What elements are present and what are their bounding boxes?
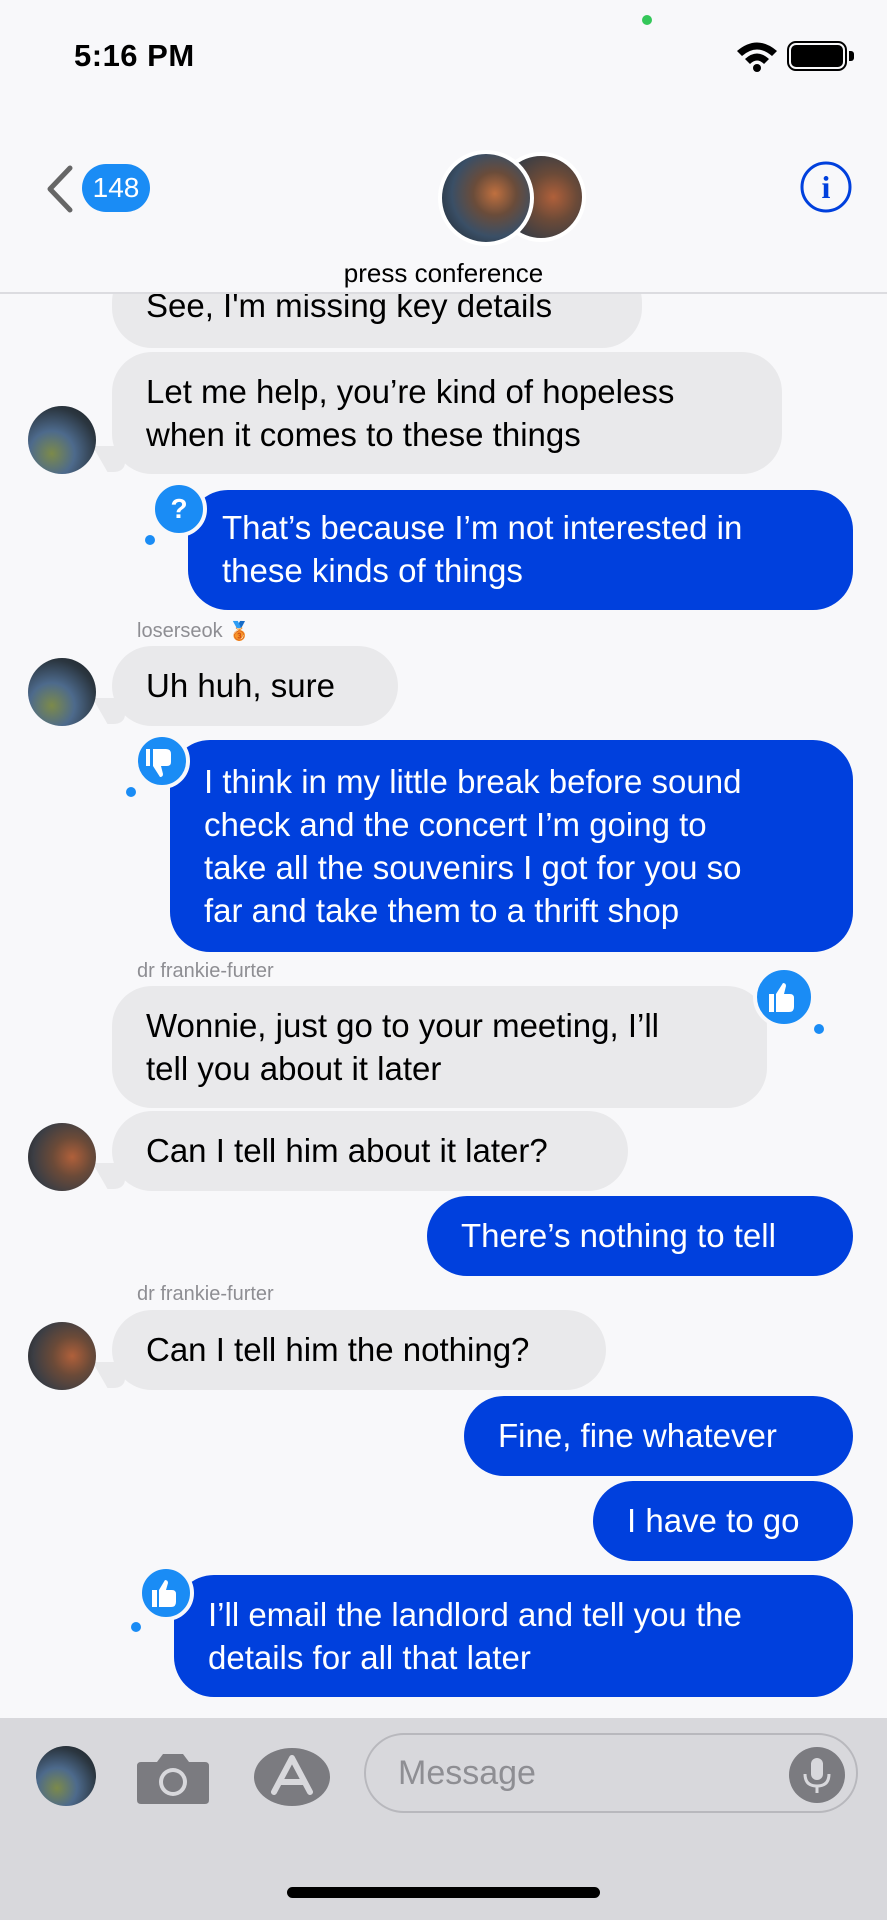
message-text-line: Wonnie, just go to your meeting, I’ll [146,1007,659,1044]
message-text-line: check and the concert I’m going to [204,806,707,843]
thumbs-up-icon[interactable] [138,1565,194,1621]
message-bubble-sent[interactable]: I think in my little break before sound … [170,740,853,952]
message-text-line: tell you about it later [146,1050,442,1087]
info-icon[interactable]: i [799,160,853,214]
tapback-dot [131,1622,141,1632]
message-bubble-received[interactable]: Uh huh, sure [112,646,398,726]
sender-avatar[interactable] [28,1322,96,1390]
wifi-icon [737,42,777,72]
sender-name: dr frankie-furter [137,1283,274,1305]
sender-avatar[interactable] [28,406,96,474]
tapback-question-icon[interactable]: ? [151,481,207,537]
message-text-line: these kinds of things [222,552,523,589]
message-bubble-sent[interactable]: That’s because I’m not interested in the… [188,490,853,610]
camera-icon[interactable] [135,1748,211,1808]
message-bubble-sent[interactable]: I have to go [593,1481,853,1561]
medal-badge-icon: 🥉 [228,621,251,641]
message-bubble-sent[interactable]: I’ll email the landlord and tell you the… [174,1575,853,1697]
thumbs-up-icon[interactable] [753,966,815,1028]
app-store-icon[interactable] [252,1746,334,1808]
message-text: I have to go [627,1502,800,1539]
message-text-line: details for all that later [208,1639,531,1676]
message-text-line: far and take them to a thrift shop [204,892,680,929]
privacy-indicator [642,15,652,25]
tapback-dot [126,787,136,797]
message-bubble-received[interactable]: Can I tell him about it later? [112,1111,628,1191]
thumbs-down-icon[interactable] [134,733,190,789]
message-text-line: when it comes to these things [146,416,581,453]
message-bubble-received[interactable]: Wonnie, just go to your meeting, I’ll te… [112,986,767,1108]
message-text-line: I think in my little break before sound [204,763,742,800]
svg-text:i: i [822,169,831,205]
tapback-dot [814,1024,824,1034]
group-avatar-primary[interactable] [438,150,534,246]
microphone-icon[interactable] [788,1746,846,1804]
tapback-dot [145,535,155,545]
message-text-line: take all the souvenirs I got for you so [204,849,742,886]
message-bubble-received[interactable]: Can I tell him the nothing? [112,1310,606,1390]
message-text-line: Let me help, you’re kind of hopeless [146,373,675,410]
message-text-line: I’ll email the landlord and tell you the [208,1596,742,1633]
message-text: Fine, fine whatever [498,1417,777,1454]
battery-icon [787,41,857,71]
back-unread-count[interactable]: 148 [82,164,150,212]
memoji-apps-button[interactable] [36,1746,96,1806]
sender-avatar[interactable] [28,658,96,726]
group-title[interactable]: press conference [0,258,887,289]
message-bubble-sent[interactable]: Fine, fine whatever [464,1396,853,1476]
message-text: Uh huh, sure [146,667,335,704]
sender-name: dr frankie-furter [137,960,274,982]
message-input-placeholder: Message [398,1754,536,1792]
message-bubble-received[interactable]: Let me help, you’re kind of hopeless whe… [112,352,782,474]
status-time: 5:16 PM [74,38,195,73]
sender-name: loserseok 🥉 [137,620,251,642]
message-text: Can I tell him the nothing? [146,1331,530,1368]
sender-avatar[interactable] [28,1123,96,1191]
message-text: Can I tell him about it later? [146,1132,548,1169]
message-bubble-sent[interactable]: There’s nothing to tell [427,1196,853,1276]
header-divider [0,292,887,294]
message-text-line: That’s because I’m not interested in [222,509,743,546]
back-chevron-icon[interactable] [42,164,76,214]
home-indicator[interactable] [287,1887,600,1898]
message-text: There’s nothing to tell [461,1217,776,1254]
